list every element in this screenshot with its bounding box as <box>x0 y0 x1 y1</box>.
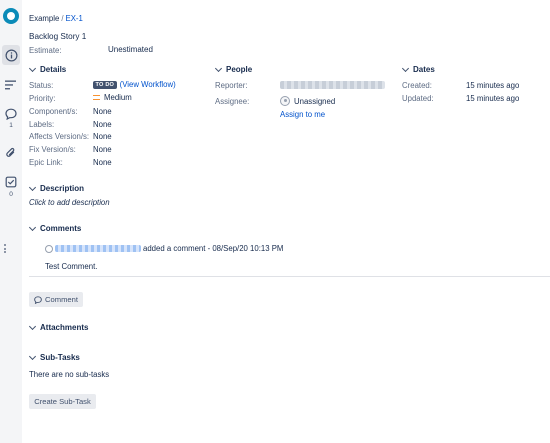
epic-link-value[interactable]: None <box>93 158 112 167</box>
estimate-value[interactable]: Unestimated <box>108 45 153 54</box>
subtasks-heading-label: Sub-Tasks <box>40 353 80 362</box>
components-value[interactable]: None <box>93 107 112 116</box>
status-badge: TO DO <box>93 80 117 89</box>
unassigned-avatar-icon <box>280 96 290 106</box>
view-workflow-link[interactable]: View Workflow <box>122 80 173 89</box>
chevron-down-icon <box>28 64 37 72</box>
reporter-value[interactable] <box>280 81 385 89</box>
comment-body: Test Comment. <box>45 262 98 271</box>
issue-view: Example / EX-1 Backlog Story 1 Estimate: U… <box>28 0 550 443</box>
dates-heading[interactable]: Dates <box>401 64 435 74</box>
estimate-label: Estimate: <box>29 46 62 55</box>
labels-label: Labels: <box>29 120 55 129</box>
affects-version-value[interactable]: None <box>93 132 112 141</box>
assign-to-me-link[interactable]: Assign to me <box>280 110 325 119</box>
updated-value: 15 minutes ago <box>466 94 520 103</box>
chevron-down-icon <box>28 223 37 231</box>
status-paren-close: ) <box>173 80 176 89</box>
description-heading-label: Description <box>40 184 85 193</box>
attachments-heading-label: Attachments <box>40 323 89 332</box>
updated-label: Updated: <box>402 94 434 103</box>
created-value: 15 minutes ago <box>466 81 520 90</box>
reporter-label: Reporter: <box>215 81 248 90</box>
resize-handle[interactable] <box>4 244 6 253</box>
dates-heading-label: Dates <box>413 65 435 74</box>
assignee-text: Unassigned <box>294 96 336 106</box>
user-avatar-icon <box>45 244 53 253</box>
priority-medium-icon <box>93 95 100 100</box>
comments-heading[interactable]: Comments <box>28 223 82 233</box>
assignee-label: Assignee: <box>215 97 250 106</box>
status-value: TO DO(View Workflow) <box>93 80 176 89</box>
chevron-down-icon <box>28 183 37 191</box>
info-icon[interactable] <box>2 46 20 64</box>
epic-link-label: Epic Link: <box>29 158 63 167</box>
description-heading[interactable]: Description <box>28 183 85 193</box>
menu-lines-icon[interactable] <box>2 76 20 94</box>
comments-heading-label: Comments <box>40 224 82 233</box>
comment-button-label: Comment <box>45 295 78 304</box>
description-placeholder[interactable]: Click to add description <box>29 198 110 207</box>
comment-icon <box>34 295 42 304</box>
issue-summary[interactable]: Backlog Story 1 <box>29 32 86 41</box>
comment-divider <box>29 276 550 277</box>
comment-count: 1 <box>9 122 13 129</box>
left-rail: 1 0 <box>0 0 22 443</box>
status-label: Status: <box>29 81 54 90</box>
chevron-down-icon <box>214 64 223 72</box>
subtasks-heading[interactable]: Sub-Tasks <box>28 352 80 362</box>
comment-header: added a comment - 08/Sep/20 10:13 PM <box>45 244 283 253</box>
components-label: Component/s: <box>29 107 78 116</box>
people-heading[interactable]: People <box>214 64 253 74</box>
subtasks-empty-message: There are no sub-tasks <box>29 370 110 379</box>
chevron-down-icon <box>401 64 410 72</box>
details-heading[interactable]: Details <box>28 64 67 74</box>
breadcrumb-issue-key[interactable]: EX-1 <box>66 14 83 23</box>
checklist-icon[interactable] <box>2 173 20 191</box>
details-heading-label: Details <box>40 65 67 74</box>
breadcrumb-project[interactable]: Example <box>29 14 59 23</box>
project-avatar-icon[interactable] <box>3 8 19 24</box>
comment-icon[interactable] <box>2 105 20 123</box>
comment-author-redacted[interactable] <box>55 245 141 252</box>
fix-version-value[interactable]: None <box>93 145 112 154</box>
chevron-down-icon <box>28 322 37 330</box>
breadcrumb-separator: / <box>61 14 64 23</box>
subtask-count: 0 <box>9 191 13 198</box>
assignee-value[interactable]: Unassigned <box>280 96 335 106</box>
comment-meta: added a comment - 08/Sep/20 10:13 PM <box>143 244 284 253</box>
chevron-down-icon <box>28 352 37 360</box>
labels-value[interactable]: None <box>93 120 112 129</box>
breadcrumb: Example / EX-1 <box>29 14 83 23</box>
paperclip-icon[interactable] <box>2 144 20 162</box>
people-heading-label: People <box>226 65 253 74</box>
attachments-heading[interactable]: Attachments <box>28 322 89 332</box>
created-label: Created: <box>402 81 432 90</box>
comment-button[interactable]: Comment <box>29 292 83 307</box>
priority-text: Medium <box>104 93 132 102</box>
priority-label: Priority: <box>29 94 56 103</box>
priority-value[interactable]: Medium <box>93 93 132 102</box>
reporter-redacted <box>280 81 385 89</box>
affects-version-label: Affects Version/s: <box>29 132 90 141</box>
fix-version-label: Fix Version/s: <box>29 145 76 154</box>
create-subtask-button[interactable]: Create Sub-Task <box>29 394 96 409</box>
